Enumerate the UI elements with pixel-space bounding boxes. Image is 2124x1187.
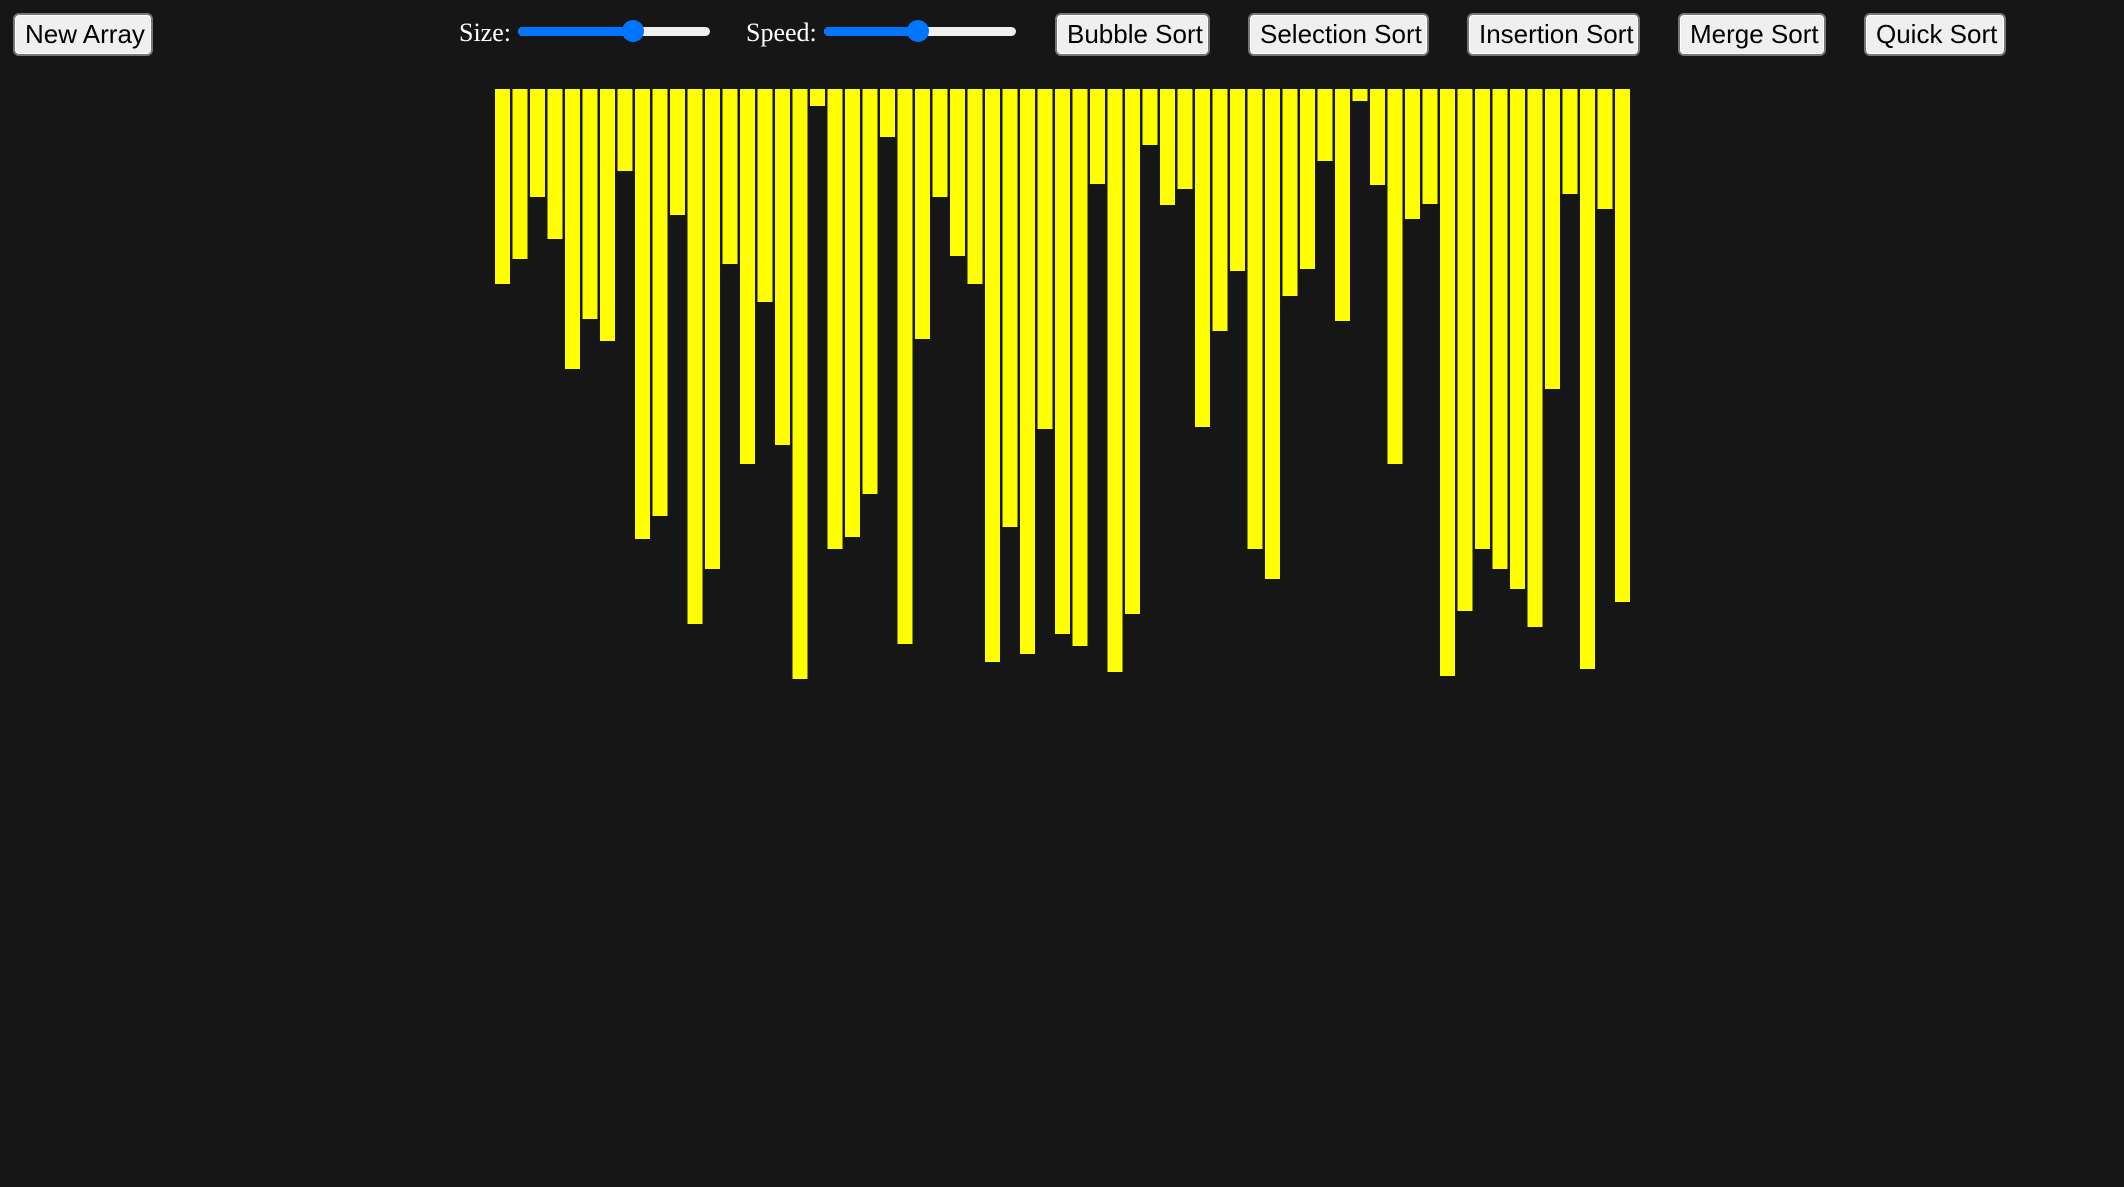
array-bar bbox=[1002, 89, 1018, 527]
array-bar bbox=[757, 89, 773, 302]
size-slider-fill bbox=[518, 27, 633, 36]
array-bar bbox=[495, 89, 510, 284]
array-bar bbox=[1440, 89, 1455, 676]
array-bar bbox=[1300, 89, 1315, 269]
array-bar bbox=[967, 89, 983, 284]
array-bar bbox=[1212, 89, 1228, 331]
array-bar bbox=[1370, 89, 1385, 185]
array-bar bbox=[1527, 89, 1543, 627]
array-bar bbox=[1107, 89, 1123, 672]
array-bar bbox=[1282, 89, 1298, 296]
size-slider[interactable] bbox=[518, 20, 710, 42]
array-bar bbox=[1195, 89, 1210, 427]
array-bar bbox=[705, 89, 720, 569]
array-bar bbox=[1615, 89, 1630, 602]
array-bar bbox=[670, 89, 685, 215]
size-slider-thumb[interactable] bbox=[622, 20, 644, 42]
array-bar bbox=[792, 89, 808, 679]
array-bar bbox=[880, 89, 895, 137]
array-bar bbox=[827, 89, 843, 549]
array-bar bbox=[582, 89, 598, 319]
array-bar bbox=[1020, 89, 1035, 654]
array-bar bbox=[1475, 89, 1490, 549]
size-label: Size: bbox=[459, 18, 511, 47]
array-bar bbox=[1072, 89, 1088, 646]
array-bar bbox=[1142, 89, 1158, 145]
speed-slider[interactable] bbox=[824, 20, 1016, 42]
array-bar bbox=[1422, 89, 1438, 204]
array-bar bbox=[775, 89, 790, 445]
array-bar bbox=[1580, 89, 1595, 669]
new-array-button[interactable]: New Array bbox=[13, 13, 153, 56]
array-bar bbox=[985, 89, 1000, 662]
merge-sort-button[interactable]: Merge Sort bbox=[1678, 13, 1826, 56]
speed-slider-fill bbox=[824, 27, 918, 36]
array-bar bbox=[1247, 89, 1263, 549]
insertion-sort-button[interactable]: Insertion Sort bbox=[1467, 13, 1640, 56]
array-bar bbox=[530, 89, 545, 197]
array-bar bbox=[1457, 89, 1473, 611]
array-bar bbox=[617, 89, 633, 171]
array-bar bbox=[845, 89, 860, 537]
array-bar bbox=[740, 89, 755, 464]
array-bar bbox=[1265, 89, 1280, 579]
array-bar bbox=[600, 89, 615, 341]
array-bar bbox=[1055, 89, 1070, 634]
array-bar bbox=[1405, 89, 1420, 219]
array-bar bbox=[1545, 89, 1560, 389]
array-bar bbox=[810, 89, 825, 106]
array-bar bbox=[1125, 89, 1140, 614]
array-bar bbox=[1037, 89, 1053, 429]
array-bar bbox=[950, 89, 965, 256]
array-bar bbox=[897, 89, 913, 644]
array-bar bbox=[547, 89, 563, 239]
speed-slider-thumb[interactable] bbox=[907, 20, 929, 42]
array-bar bbox=[862, 89, 878, 494]
array-bar bbox=[1177, 89, 1193, 189]
array-bar bbox=[932, 89, 948, 197]
array-bar bbox=[652, 89, 668, 516]
array-bar bbox=[1562, 89, 1578, 194]
array-bar bbox=[915, 89, 930, 339]
array-bar bbox=[512, 89, 528, 259]
array-bar bbox=[1352, 89, 1368, 101]
array-bar bbox=[1492, 89, 1508, 569]
array-bar bbox=[1335, 89, 1350, 321]
quick-sort-button[interactable]: Quick Sort bbox=[1864, 13, 2006, 56]
array-bar bbox=[1317, 89, 1333, 161]
bubble-sort-button[interactable]: Bubble Sort bbox=[1055, 13, 1210, 56]
array-bar bbox=[1160, 89, 1175, 205]
array-bar bbox=[1230, 89, 1245, 271]
array-bar bbox=[1090, 89, 1105, 184]
selection-sort-button[interactable]: Selection Sort bbox=[1248, 13, 1429, 56]
array-bar bbox=[1387, 89, 1403, 464]
array-bar bbox=[565, 89, 580, 369]
toolbar: New Array Size: Speed: Bubble Sort Selec… bbox=[0, 0, 2124, 70]
array-bar bbox=[722, 89, 738, 264]
array-bar bbox=[1510, 89, 1525, 589]
array-bar bbox=[687, 89, 703, 624]
speed-label: Speed: bbox=[746, 18, 817, 47]
array-bar bbox=[635, 89, 650, 539]
array-bar bbox=[1597, 89, 1613, 209]
array-bars bbox=[495, 89, 1630, 679]
